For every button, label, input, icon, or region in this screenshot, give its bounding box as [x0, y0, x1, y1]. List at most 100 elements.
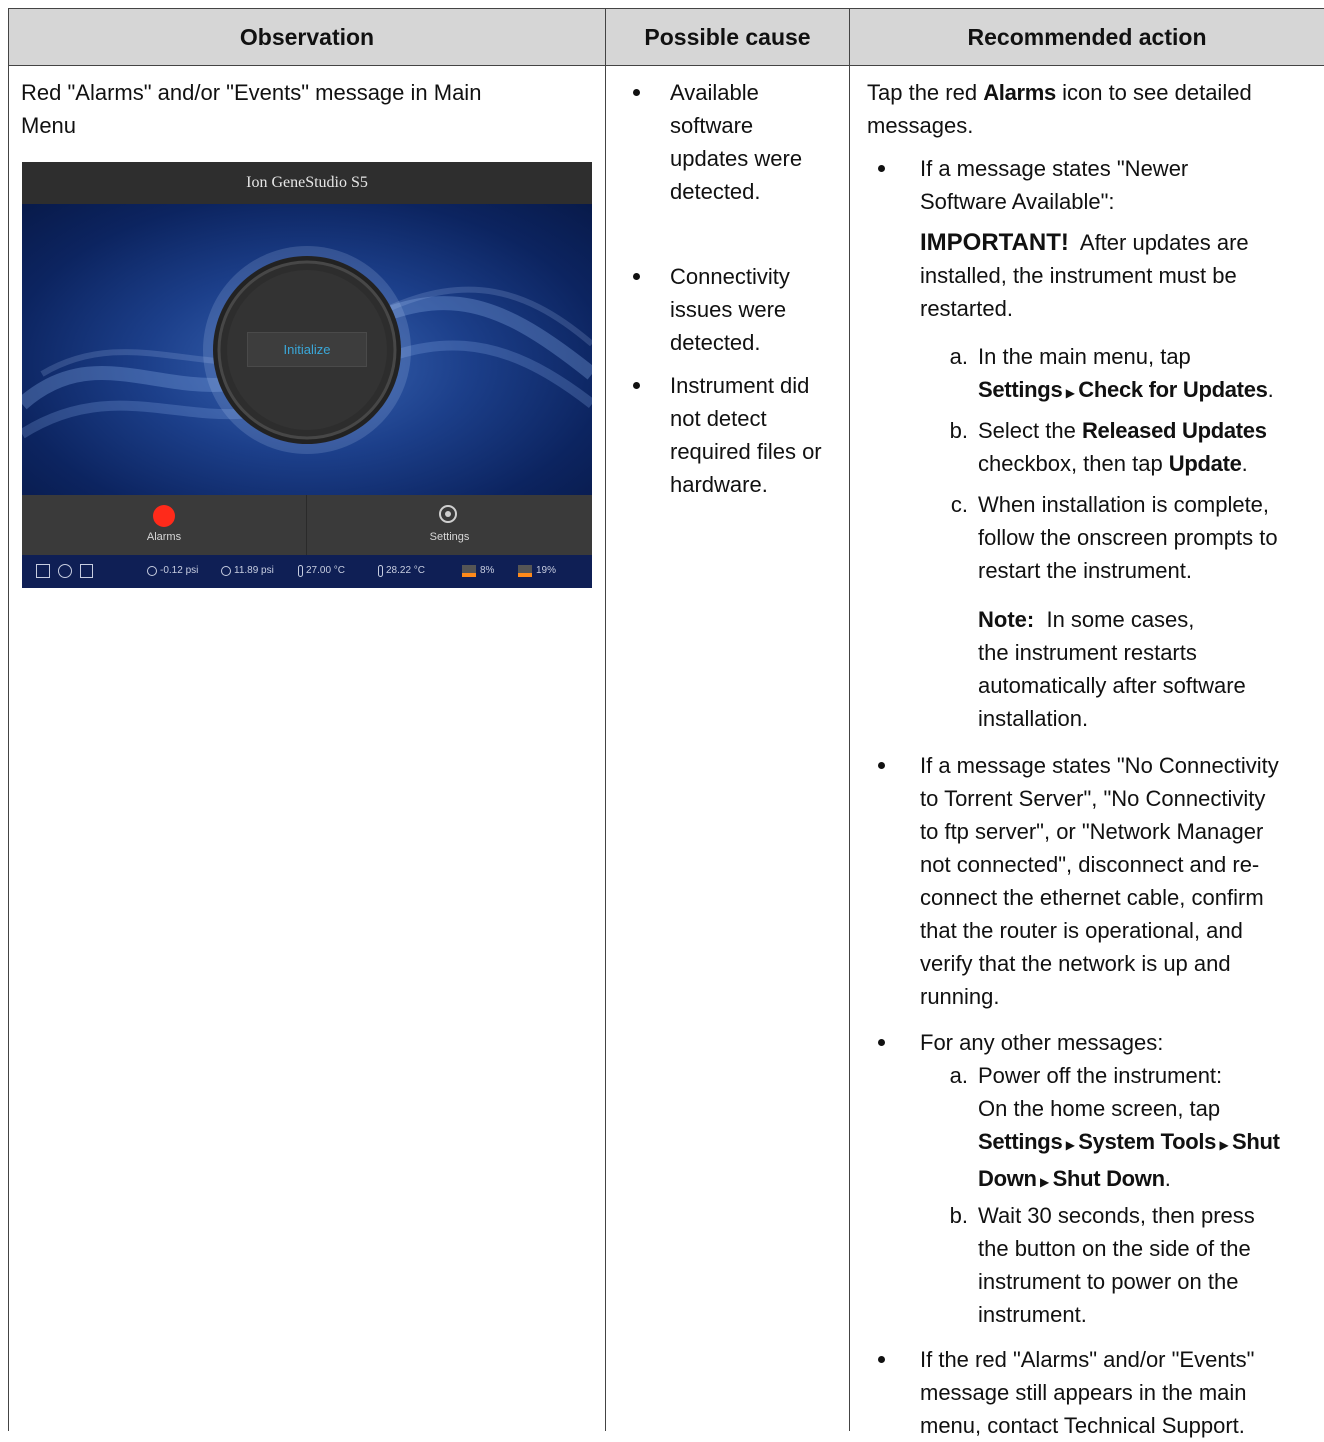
bullet: [878, 1356, 885, 1363]
level-bar-icon: [462, 565, 476, 577]
step-letter: b.: [949, 418, 968, 443]
ui-term: Released Updates: [1081, 418, 1267, 443]
observation-cell: Red "Alarms" and/or "Events" message in …: [9, 66, 606, 1431]
menu-path-item: Shut Down: [1052, 1166, 1165, 1191]
bullet: [878, 762, 885, 769]
action-line: message still appears in the main: [920, 1380, 1247, 1405]
cause-item: Available software updates were detected…: [670, 76, 802, 208]
alarms-label: Alarms: [146, 531, 182, 543]
alarm-red-icon: [153, 505, 175, 527]
caret-right-icon: ▶: [1216, 1138, 1233, 1152]
action-line: On the home screen, tap: [978, 1096, 1221, 1121]
screen-main-area: Initialize: [22, 204, 592, 495]
action-intro-line: Tap the red Alarms icon to see detailed: [867, 76, 1252, 109]
troubleshooting-table: Observation Possible cause Recommended a…: [8, 8, 1324, 1438]
menu-path-item: Check for Updates: [1078, 377, 1268, 402]
action-line: installed, the instrument must be: [920, 263, 1237, 288]
cause-line: issues were: [670, 297, 787, 322]
step-check-updates: In the main menu, tap Settings ▶ Check f…: [978, 340, 1274, 410]
action-line: verify that the network is up and: [920, 951, 1231, 976]
level-reading-2: 19%: [536, 565, 557, 576]
text: .: [1267, 377, 1274, 402]
pressure-icon: [147, 566, 157, 576]
text: In some cases,: [1046, 607, 1195, 632]
bullet: [878, 1039, 885, 1046]
ui-term: Update: [1168, 451, 1242, 476]
menu-path-item: Settings: [978, 377, 1063, 402]
instrument-screenshot: Ion GeneStudio S5 Initialize Alarms Sett…: [22, 162, 592, 588]
action-line: follow the onscreen prompts to: [978, 525, 1278, 550]
note-label: Note:: [978, 607, 1035, 632]
text: Tap the red: [867, 80, 984, 105]
step-released-updates: Select the Released Updates checkbox, th…: [978, 414, 1267, 480]
action-line: that the router is operational, and: [920, 918, 1243, 943]
thermometer-icon: [298, 565, 303, 577]
action-line: to Torrent Server", "No Connectivity: [920, 786, 1266, 811]
header-observation: Observation: [9, 9, 606, 66]
screen-status-bar: -0.12 psi 11.89 psi 27.00 °C 28.22 °C 8%…: [22, 555, 592, 588]
note: Note: In some cases, the instrument rest…: [978, 603, 1246, 735]
action-line: automatically after software: [978, 673, 1246, 698]
screen-title: Ion GeneStudio S5: [22, 162, 592, 204]
initialize-button[interactable]: Initialize: [247, 332, 367, 367]
cause-line: not detect: [670, 406, 767, 431]
bullet: [633, 89, 640, 96]
caret-right-icon: ▶: [1062, 1138, 1079, 1152]
header-possible-cause: Possible cause: [606, 9, 850, 66]
pressure-reading-1: -0.12 psi: [160, 565, 199, 576]
action-line: Wait 30 seconds, then press: [978, 1203, 1255, 1228]
text: icon to see detailed: [1055, 80, 1252, 105]
bullet: [878, 165, 885, 172]
step-letter: c.: [950, 492, 968, 517]
menu-path-item: System Tools: [1078, 1129, 1217, 1154]
text: checkbox, then tap: [978, 451, 1169, 476]
bullet: [633, 382, 640, 389]
cause-line: Connectivity: [670, 264, 790, 289]
cause-line: software: [670, 113, 754, 138]
action-line: Power off the instrument:: [978, 1063, 1223, 1088]
menu-path-item: Down: [978, 1166, 1037, 1191]
step-restart: When installation is complete, follow th…: [978, 488, 1278, 587]
bullet: [633, 273, 640, 280]
action-line: IMPORTANT! After updates are: [920, 226, 1249, 259]
settings-button[interactable]: Settings: [307, 495, 592, 555]
important-notice: IMPORTANT! After updates are installed, …: [920, 226, 1249, 325]
text: .: [1164, 1166, 1171, 1191]
action-cell: Tap the red Alarms icon to see detailed …: [850, 66, 1324, 1438]
bullet-other-messages: For any other messages:: [920, 1030, 1164, 1055]
action-line: not connected", disconnect and re-: [920, 852, 1260, 877]
action-line: restart the instrument.: [978, 558, 1192, 583]
level-bar-icon: [518, 565, 532, 577]
observation-line: Red "Alarms" and/or "Events" message in …: [21, 80, 482, 105]
cause-line: detected.: [670, 179, 761, 204]
action-line: instrument to power on the: [978, 1269, 1239, 1294]
action-line: the instrument restarts: [978, 640, 1197, 665]
cause-line: Instrument did: [670, 373, 810, 398]
text: .: [1241, 451, 1248, 476]
network-icon: [36, 564, 50, 578]
header-cause-label: Possible cause: [644, 23, 811, 50]
caret-right-icon: ▶: [1062, 386, 1079, 400]
cause-item: Instrument did not detect required files…: [670, 369, 822, 501]
header-recommended-action: Recommended action: [850, 9, 1324, 66]
action-line: Software Available":: [920, 189, 1115, 214]
bullet-contact-support: If the red "Alarms" and/or "Events" mess…: [920, 1343, 1255, 1442]
step-letter: a.: [949, 1063, 968, 1088]
level-reading-1: 8%: [480, 565, 495, 576]
action-line: Note: In some cases,: [978, 603, 1246, 636]
action-line: to ftp server", or "Network Manager: [920, 819, 1264, 844]
action-line: instrument.: [978, 1302, 1087, 1327]
action-line: menu, contact Technical Support.: [920, 1413, 1245, 1438]
step-power-off: Power off the instrument: On the home sc…: [978, 1059, 1280, 1199]
help-icon: [80, 564, 93, 578]
menu-path-item: Shut: [1232, 1129, 1280, 1154]
important-label: IMPORTANT!: [920, 229, 1069, 256]
step-wait: Wait 30 seconds, then press the button o…: [978, 1199, 1255, 1331]
alarms-button[interactable]: Alarms: [22, 495, 307, 555]
menu-path-item: Settings: [978, 1129, 1063, 1154]
observation-line: Menu: [21, 113, 77, 138]
action-line: If the red "Alarms" and/or "Events": [920, 1347, 1255, 1372]
bullet-newer-software: If a message states "Newer Software Avai…: [920, 152, 1188, 218]
gear-icon: [439, 505, 457, 523]
action-line: installation.: [978, 706, 1089, 731]
